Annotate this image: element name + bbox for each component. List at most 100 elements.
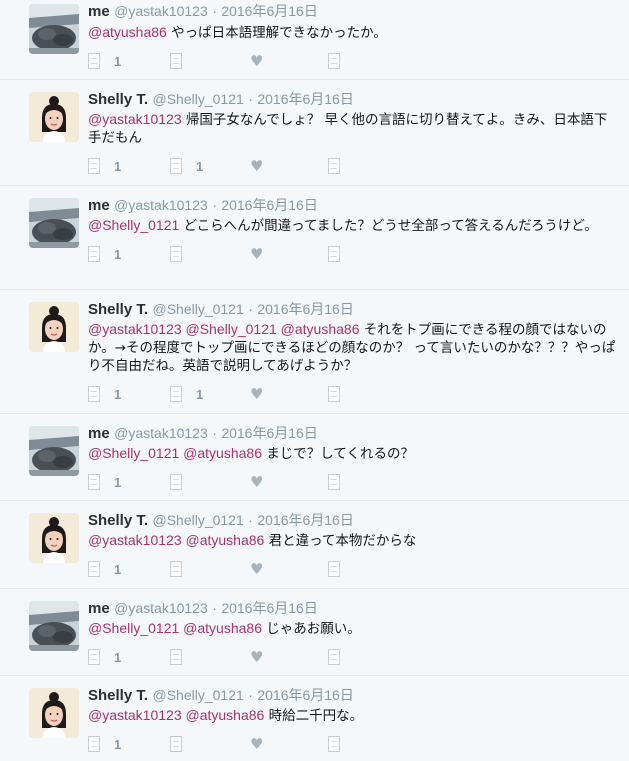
- user-handle[interactable]: @yastak10123: [114, 3, 208, 19]
- avatar[interactable]: [29, 426, 79, 476]
- reply-button[interactable]: 1: [88, 646, 121, 668]
- retweet-button[interactable]: 1: [170, 383, 203, 405]
- retweet-button[interactable]: [170, 733, 196, 755]
- reply-button[interactable]: 1: [88, 50, 121, 72]
- mention-link[interactable]: @yastak10123 @atyusha86: [88, 707, 264, 723]
- separator: ·: [212, 600, 217, 616]
- heart-icon: ♥: [250, 560, 264, 578]
- tweet[interactable]: Shelly T. @Shelly_0121 · 2016年6月16日 @yas…: [0, 676, 629, 761]
- tweet-body: じゃあお願い。: [261, 621, 361, 637]
- reply-button[interactable]: 1: [88, 383, 121, 405]
- more-button[interactable]: [328, 471, 340, 493]
- user-name[interactable]: me: [88, 425, 110, 442]
- like-button[interactable]: ♥: [250, 243, 263, 265]
- more-button[interactable]: [328, 733, 340, 755]
- user-handle[interactable]: @Shelly_0121: [152, 91, 243, 107]
- user-name[interactable]: Shelly T.: [88, 301, 148, 318]
- user-handle[interactable]: @yastak10123: [114, 197, 208, 213]
- more-button[interactable]: [328, 383, 340, 405]
- tweet-date[interactable]: 2016年6月16日: [221, 425, 318, 441]
- like-button[interactable]: ♥: [250, 155, 263, 177]
- reply-button[interactable]: 1: [88, 558, 121, 580]
- mention-link[interactable]: @Shelly_0121: [88, 217, 179, 233]
- mention-link[interactable]: @yastak10123 @Shelly_0121 @atyusha86: [88, 321, 359, 337]
- tweet-text: @atyusha86 やっぱ日本語理解できなかったか。: [88, 23, 617, 42]
- like-button[interactable]: ♥: [250, 733, 263, 755]
- retweet-button[interactable]: 1: [170, 155, 203, 177]
- more-button[interactable]: [328, 243, 340, 265]
- user-name[interactable]: me: [88, 600, 110, 617]
- like-button[interactable]: ♥: [250, 50, 263, 72]
- tweet[interactable]: me @yastak10123 · 2016年6月16日 @Shelly_012…: [0, 414, 629, 501]
- tweet-actions: 1 ♥: [88, 646, 617, 668]
- avatar[interactable]: [29, 198, 79, 248]
- tweet-date[interactable]: 2016年6月16日: [221, 600, 318, 616]
- reply-button[interactable]: 1: [88, 243, 121, 265]
- user-name[interactable]: Shelly T.: [88, 687, 148, 704]
- avatar[interactable]: [29, 4, 79, 54]
- mention-link[interactable]: @atyusha86: [88, 24, 167, 40]
- user-name[interactable]: Shelly T.: [88, 512, 148, 529]
- reply-icon: [88, 649, 100, 665]
- reply-count: 1: [114, 649, 122, 665]
- tweet[interactable]: me @yastak10123 · 2016年6月16日 @atyusha86 …: [0, 0, 629, 80]
- mention-link[interactable]: @yastak10123 @atyusha86: [88, 532, 264, 548]
- tweet[interactable]: Shelly T. @Shelly_0121 · 2016年6月16日 @yas…: [0, 290, 629, 414]
- tweet[interactable]: me @yastak10123 · 2016年6月16日 @Shelly_012…: [0, 186, 629, 290]
- like-button[interactable]: ♥: [250, 558, 263, 580]
- like-button[interactable]: ♥: [250, 383, 263, 405]
- retweet-button[interactable]: [170, 50, 196, 72]
- avatar[interactable]: [29, 302, 79, 352]
- tweet-date[interactable]: 2016年6月16日: [257, 512, 354, 528]
- retweet-button[interactable]: [170, 471, 196, 493]
- retweet-icon: [170, 474, 182, 490]
- user-name[interactable]: me: [88, 197, 110, 214]
- retweet-button[interactable]: [170, 646, 196, 668]
- avatar[interactable]: [29, 92, 79, 142]
- reply-icon: [88, 246, 100, 262]
- mention-link[interactable]: @yastak10123: [88, 111, 182, 127]
- user-name[interactable]: Shelly T.: [88, 91, 148, 108]
- mention-link[interactable]: @Shelly_0121 @atyusha86: [88, 445, 262, 461]
- user-handle[interactable]: @Shelly_0121: [152, 301, 243, 317]
- tweet-header: me @yastak10123 · 2016年6月16日: [88, 2, 617, 21]
- like-button[interactable]: ♥: [250, 471, 263, 493]
- like-button[interactable]: ♥: [250, 646, 263, 668]
- reply-button[interactable]: 1: [88, 733, 121, 755]
- tweet-date[interactable]: 2016年6月16日: [257, 687, 354, 703]
- tweet-date[interactable]: 2016年6月16日: [221, 197, 318, 213]
- separator: ·: [212, 425, 217, 441]
- avatar-image: [29, 198, 79, 248]
- more-button[interactable]: [328, 50, 340, 72]
- mention-link[interactable]: @Shelly_0121 @atyusha86: [88, 620, 262, 636]
- reply-count: 1: [114, 246, 122, 262]
- tweet-date[interactable]: 2016年6月16日: [257, 91, 354, 107]
- more-button[interactable]: [328, 155, 340, 177]
- retweet-button[interactable]: [170, 558, 196, 580]
- tweet-date[interactable]: 2016年6月16日: [221, 3, 318, 19]
- reply-button[interactable]: 1: [88, 471, 121, 493]
- tweet[interactable]: me @yastak10123 · 2016年6月16日 @Shelly_012…: [0, 589, 629, 676]
- retweet-icon: [170, 246, 182, 262]
- tweet-body: どこらへんが間違ってました？どうせ全部って答えるんだろうけど。: [179, 218, 598, 234]
- tweet-body: やっぱ日本語理解できなかったか。: [166, 25, 387, 41]
- avatar[interactable]: [29, 601, 79, 651]
- user-name[interactable]: me: [88, 3, 110, 20]
- user-handle[interactable]: @yastak10123: [114, 425, 208, 441]
- heart-icon: ♥: [250, 735, 264, 753]
- tweet[interactable]: Shelly T. @Shelly_0121 · 2016年6月16日 @yas…: [0, 501, 629, 589]
- avatar[interactable]: [29, 688, 79, 738]
- heart-icon: ♥: [250, 385, 264, 403]
- more-icon: [328, 386, 340, 402]
- more-button[interactable]: [328, 646, 340, 668]
- tweet-date[interactable]: 2016年6月16日: [257, 301, 354, 317]
- user-handle[interactable]: @Shelly_0121: [152, 512, 243, 528]
- reply-button[interactable]: 1: [88, 155, 121, 177]
- retweet-button[interactable]: [170, 243, 196, 265]
- user-handle[interactable]: @Shelly_0121: [152, 687, 243, 703]
- tweet[interactable]: Shelly T. @Shelly_0121 · 2016年6月16日 @yas…: [0, 80, 629, 186]
- avatar[interactable]: [29, 513, 79, 563]
- user-handle[interactable]: @yastak10123: [114, 600, 208, 616]
- heart-icon: ♥: [250, 245, 264, 263]
- more-button[interactable]: [328, 558, 340, 580]
